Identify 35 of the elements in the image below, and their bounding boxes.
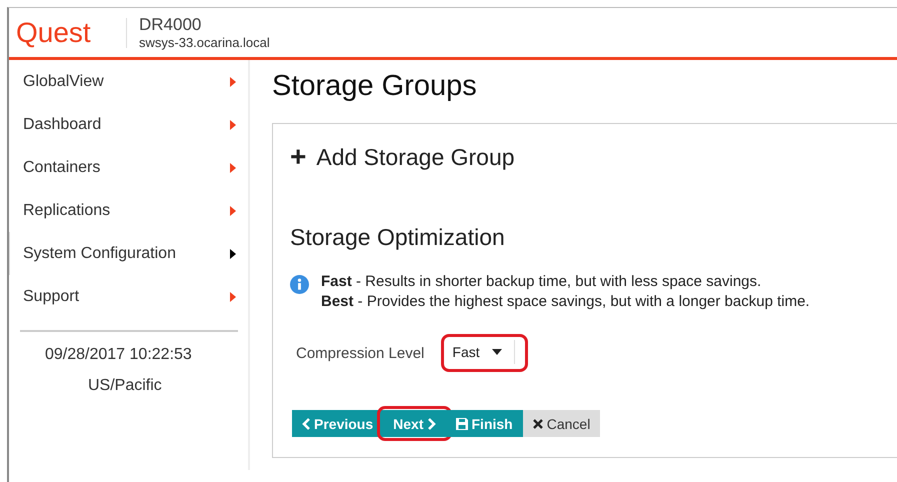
caret-icon: [492, 349, 502, 355]
compression-dropdown[interactable]: Fast: [448, 340, 515, 364]
info-text: Best - Provides the highest space savings, but with a longer backup time.: [321, 293, 810, 310]
logo: Quest: [16, 16, 92, 48]
date-time: 09/28/2017 10:22:53: [45, 346, 193, 364]
caret-icon: [230, 248, 236, 258]
cancel-button[interactable]: Cancel: [522, 410, 600, 437]
finish-button[interactable]: Finish: [446, 410, 523, 437]
nav-item[interactable]: Containers: [9, 146, 236, 189]
product-name: DR4000: [139, 15, 202, 35]
page-title: Storage Groups: [272, 70, 478, 103]
save-icon: [456, 418, 468, 430]
caret-icon: [230, 292, 236, 302]
nav-item[interactable]: Dashboard: [9, 103, 236, 146]
caret-icon: [230, 120, 236, 130]
plus-icon: +: [290, 141, 306, 173]
host-name: swsys-33.ocarina.local: [139, 35, 270, 50]
nav-item[interactable]: GlobalView: [9, 60, 236, 103]
chevron-left-icon: [302, 418, 310, 430]
nav-item[interactable]: Replications: [9, 189, 236, 232]
section-title: Storage Optimization: [290, 224, 506, 251]
previous-button[interactable]: Previous: [292, 410, 384, 437]
caret-icon: [230, 206, 236, 216]
caret-icon: [230, 162, 236, 172]
field-label: Compression Level: [296, 344, 424, 362]
caret-icon: [230, 76, 236, 86]
panel-title: Add Storage Group: [316, 144, 515, 170]
nav-item[interactable]: Support: [9, 275, 236, 318]
close-icon: [532, 418, 543, 428]
time-zone: US/Pacific: [88, 377, 163, 395]
chevron-right-icon: [428, 418, 436, 430]
next-button[interactable]: Next: [383, 410, 446, 437]
info-icon: [290, 275, 309, 294]
nav-item[interactable]: System Configuration: [9, 232, 236, 275]
info-text: Fast - Results in shorter backup time, but with less space savings.: [321, 273, 762, 290]
